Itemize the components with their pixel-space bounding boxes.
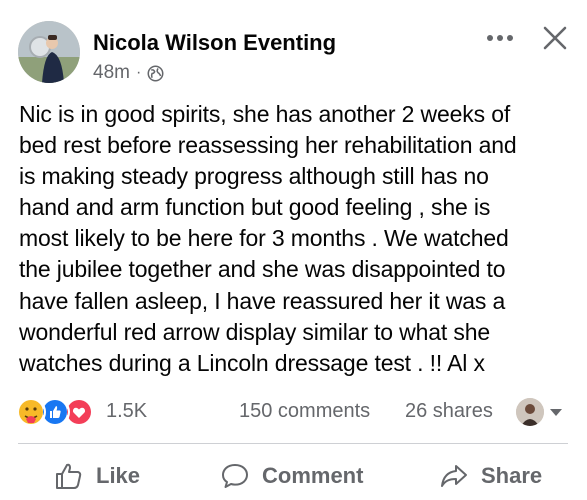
care-reaction-icon — [16, 397, 46, 427]
author-name[interactable]: Nicola Wilson Eventing — [93, 30, 336, 56]
post-body-line: is making steady progress although still… — [19, 163, 489, 190]
close-icon[interactable] — [541, 24, 569, 52]
audience-dropdown-icon[interactable] — [550, 409, 562, 416]
post-body-line: Nic is in good spirits, she has another … — [19, 101, 511, 127]
post-body-line: the jubilee together and she was disappo… — [19, 256, 506, 283]
meta-separator: · — [135, 64, 142, 81]
comment-button-label: Comment — [262, 463, 364, 488]
post-body-line: bed rest before reassessing her rehabili… — [19, 132, 517, 159]
share-icon — [441, 465, 467, 487]
globe-icon — [147, 65, 164, 81]
post-body-line: watches during a Lincoln dressage test .… — [19, 349, 485, 376]
post-body-line: hand and arm function but good feeling ,… — [19, 194, 491, 221]
share-button-label: Share — [481, 463, 543, 488]
post-timestamp[interactable]: 48m — [93, 62, 130, 84]
shares-count[interactable]: 26 shares — [405, 400, 493, 423]
reactions-count[interactable]: 1.5K — [106, 400, 147, 423]
post-body-line: have fallen asleep, I have reassured her… — [19, 287, 506, 314]
post-meta: 48m · — [93, 62, 164, 84]
like-button-label: Like — [96, 463, 141, 488]
author-avatar[interactable] — [18, 21, 80, 83]
post-body: Nic is in good spirits, she has another … — [19, 99, 574, 379]
viewer-avatar[interactable] — [516, 398, 544, 426]
facebook-post: Nicola Wilson Eventing 48m · Nic is in g… — [0, 0, 587, 500]
more-options-icon[interactable] — [484, 26, 516, 50]
comment-icon — [222, 464, 248, 488]
post-body-line: most likely to be here for 3 months . We… — [19, 225, 509, 252]
thumbs-up-icon — [56, 463, 82, 489]
comment-button[interactable]: Comment — [220, 458, 363, 494]
like-button[interactable]: Like — [54, 458, 140, 494]
reaction-icons[interactable] — [16, 397, 94, 427]
comments-count[interactable]: 150 comments — [239, 400, 370, 423]
share-button[interactable]: Share — [439, 458, 542, 494]
divider — [18, 443, 568, 444]
post-body-line: wonderful red arrow display similar to w… — [19, 318, 491, 345]
